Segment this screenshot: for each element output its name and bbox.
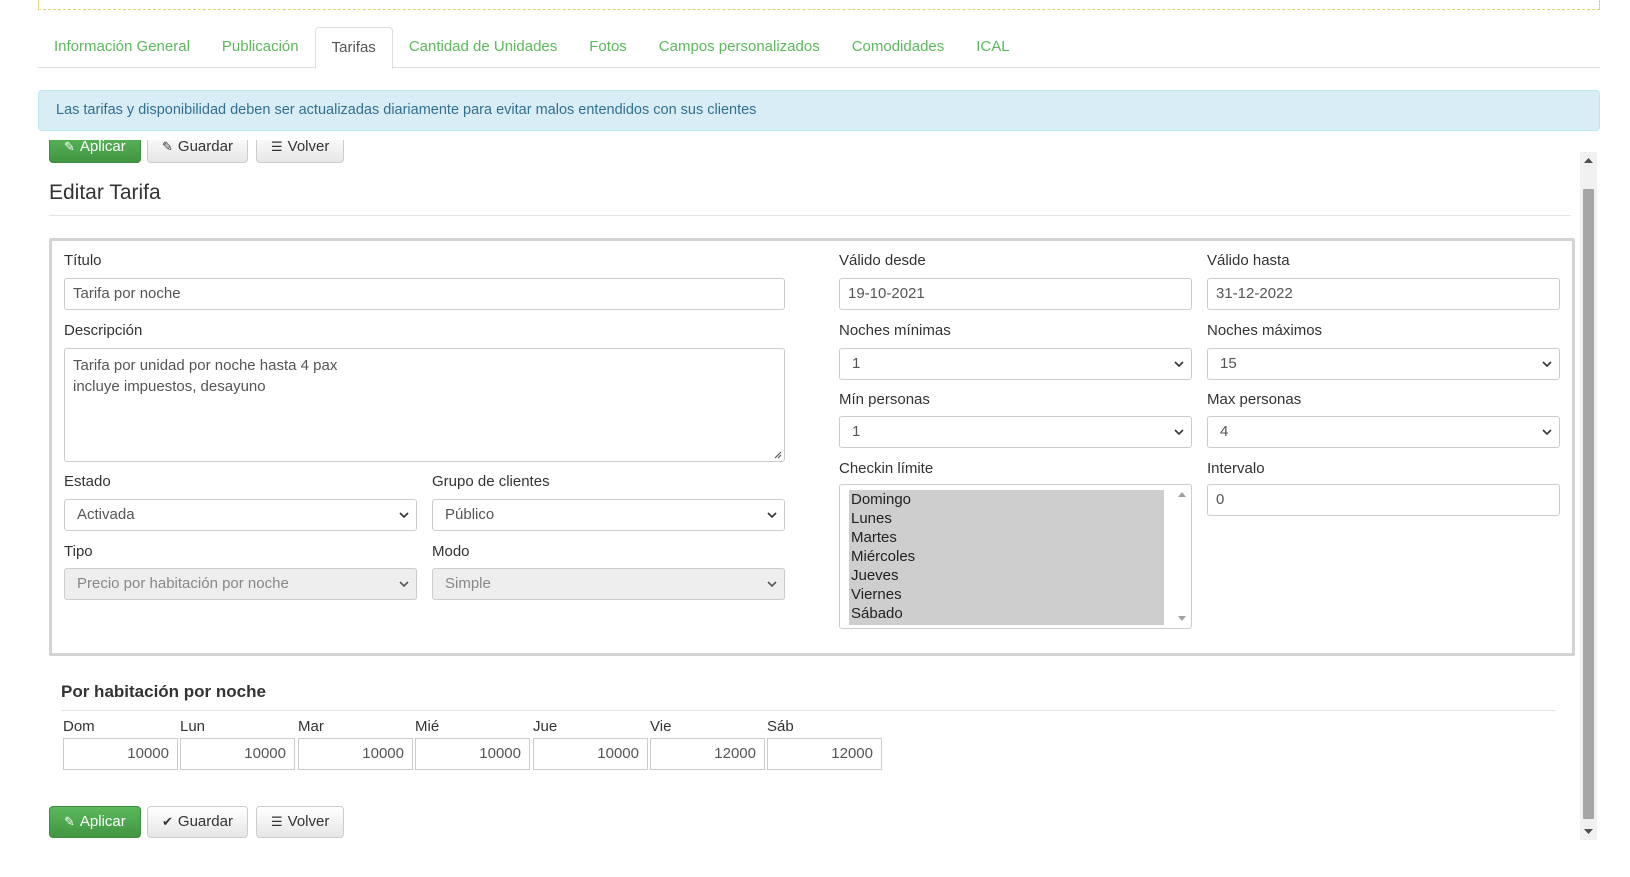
intervalo-label: Intervalo: [1207, 460, 1265, 477]
day-label-mie: Mié: [415, 718, 440, 735]
min-personas-label: Mín personas: [839, 391, 930, 408]
descripcion-label: Descripción: [64, 322, 143, 339]
divider: [61, 710, 1556, 711]
divider: [49, 215, 1571, 216]
price-input-mar[interactable]: 10000: [298, 738, 413, 770]
noches-min-label: Noches mínimas: [839, 322, 951, 339]
day-label-mar: Mar: [298, 718, 324, 735]
valido-desde-label: Válido desde: [839, 252, 926, 269]
checkin-option-sabado[interactable]: Sábado: [849, 604, 1164, 623]
tab-fotos[interactable]: Fotos: [573, 27, 643, 68]
grupo-label: Grupo de clientes: [432, 473, 550, 490]
chevron-down-icon: [1174, 429, 1184, 436]
checkin-option-jueves[interactable]: Jueves: [849, 566, 1164, 585]
list-icon: ☰: [271, 814, 283, 829]
scroll-down-arrow-icon[interactable]: [1580, 823, 1597, 840]
day-label-lun: Lun: [180, 718, 206, 735]
checkin-options: Domingo Lunes Martes Miércoles Jueves Vi…: [849, 490, 1164, 625]
apply-button[interactable]: ✎ Aplicar: [49, 806, 141, 838]
day-label-sab: Sáb: [767, 718, 794, 735]
tab-bar: Información General Publicación Tarifas …: [38, 27, 1600, 69]
chevron-down-icon: [1542, 429, 1552, 436]
scroll-up-arrow-icon: [1178, 492, 1186, 497]
chevron-down-icon: [1174, 361, 1184, 368]
apply-button-top[interactable]: ✎ Aplicar: [49, 140, 141, 163]
chevron-down-icon: [399, 512, 409, 519]
noches-max-label: Noches máximos: [1207, 322, 1323, 339]
day-label-dom: Dom: [63, 718, 95, 735]
price-input-mie[interactable]: 10000: [415, 738, 530, 770]
tipo-select: Precio por habitación por noche: [64, 568, 417, 600]
chevron-down-icon: [767, 512, 777, 519]
tab-cantidad-unidades[interactable]: Cantidad de Unidades: [393, 27, 573, 68]
tab-publicacion[interactable]: Publicación: [206, 27, 315, 68]
tab-tarifas[interactable]: Tarifas: [314, 27, 393, 69]
noches-max-select[interactable]: 15: [1207, 348, 1560, 380]
resize-grip-icon[interactable]: [772, 449, 782, 459]
edit-icon: ✎: [64, 814, 75, 829]
page-scrollbar[interactable]: [1580, 152, 1597, 840]
max-personas-select[interactable]: 4: [1207, 416, 1560, 448]
checkin-label: Checkin límite: [839, 460, 934, 477]
max-personas-label: Max personas: [1207, 391, 1302, 408]
scroll-down-arrow-icon: [1178, 616, 1186, 621]
day-label-vie: Vie: [650, 718, 672, 735]
price-input-lun[interactable]: 10000: [180, 738, 295, 770]
info-alert: Las tarifas y disponibilidad deben ser a…: [38, 90, 1600, 131]
titulo-label: Título: [64, 252, 102, 269]
intervalo-input[interactable]: 0: [1207, 484, 1560, 516]
save-button[interactable]: ✔ Guardar: [147, 806, 248, 838]
tab-comodidades[interactable]: Comodidades: [836, 27, 961, 68]
scroll-up-arrow-icon[interactable]: [1580, 152, 1597, 169]
descripcion-textarea[interactable]: Tarifa por unidad por noche hasta 4 pax …: [64, 348, 785, 462]
checkin-option-domingo[interactable]: Domingo: [849, 490, 1164, 509]
tab-ical[interactable]: ICAL: [960, 27, 1025, 68]
top-toolbar: ✎ Aplicar ✎ Guardar ☰ Volver: [49, 140, 1571, 173]
page-title: Editar Tarifa: [49, 181, 161, 204]
grupo-select[interactable]: Público: [432, 499, 785, 531]
checkin-option-miercoles[interactable]: Miércoles: [849, 547, 1164, 566]
save-button-top[interactable]: ✎ Guardar: [147, 140, 248, 163]
valido-desde-input[interactable]: 19-10-2021: [839, 278, 1192, 310]
checkin-option-martes[interactable]: Martes: [849, 528, 1164, 547]
checkin-option-lunes[interactable]: Lunes: [849, 509, 1164, 528]
price-input-dom[interactable]: 10000: [63, 738, 178, 770]
back-button-top[interactable]: ☰ Volver: [256, 140, 345, 163]
modo-label: Modo: [432, 543, 470, 560]
pricing-section-title: Por habitación por noche: [61, 682, 266, 701]
valido-hasta-label: Válido hasta: [1207, 252, 1290, 269]
list-icon: ☰: [271, 140, 283, 154]
chevron-down-icon: [1542, 361, 1552, 368]
titulo-input[interactable]: Tarifa por noche: [64, 278, 785, 310]
dashed-top-border: [38, 0, 1600, 10]
min-personas-select[interactable]: 1: [839, 416, 1192, 448]
check-icon: ✔: [162, 814, 173, 829]
tipo-label: Tipo: [64, 543, 93, 560]
noches-min-select[interactable]: 1: [839, 348, 1192, 380]
edit-icon: ✎: [64, 140, 75, 154]
valido-hasta-input[interactable]: 31-12-2022: [1207, 278, 1560, 310]
chevron-down-icon: [767, 581, 777, 588]
scrollbar-thumb[interactable]: [1583, 189, 1594, 819]
price-input-sab[interactable]: 12000: [767, 738, 882, 770]
back-button[interactable]: ☰ Volver: [256, 806, 345, 838]
price-input-vie[interactable]: 12000: [650, 738, 765, 770]
edit-icon: ✎: [162, 140, 173, 154]
estado-select[interactable]: Activada: [64, 499, 417, 531]
checkin-option-viernes[interactable]: Viernes: [849, 585, 1164, 604]
day-label-jue: Jue: [533, 718, 558, 735]
estado-label: Estado: [64, 473, 111, 490]
chevron-down-icon: [399, 581, 409, 588]
tab-informacion-general[interactable]: Información General: [38, 27, 206, 68]
listbox-scrollbar[interactable]: [1175, 488, 1189, 625]
checkin-multiselect[interactable]: Domingo Lunes Martes Miércoles Jueves Vi…: [839, 484, 1192, 629]
modo-select: Simple: [432, 568, 785, 600]
price-input-jue[interactable]: 10000: [533, 738, 648, 770]
tab-campos-personalizados[interactable]: Campos personalizados: [643, 27, 836, 68]
